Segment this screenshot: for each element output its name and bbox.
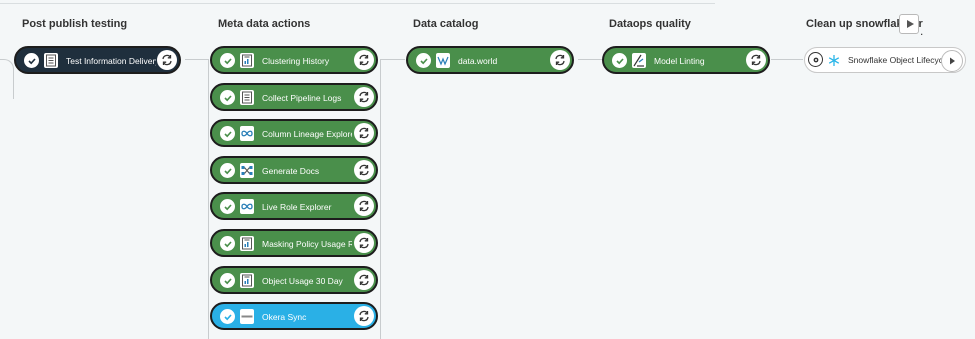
job-label: Collect Pipeline Logs (262, 93, 342, 103)
job-label: Generate Docs (262, 166, 320, 176)
success-check-icon (220, 126, 235, 141)
connector-quality-to-cleanup (771, 59, 803, 60)
job-snowflake-object-lifecycle[interactable]: Snowflake Object Lifecycle (804, 47, 966, 73)
job-column-lineage-explorer[interactable]: Column Lineage Explorer (210, 119, 378, 147)
job-live-role-explorer[interactable]: Live Role Explorer (210, 192, 378, 220)
retry-button[interactable] (354, 160, 374, 180)
refresh-icon (555, 54, 565, 66)
retry-button[interactable] (550, 50, 570, 70)
success-check-icon (220, 163, 235, 178)
job-label: Snowflake Object Lifecycle (848, 55, 943, 65)
snowflake-icon (827, 53, 841, 68)
retry-button[interactable] (354, 233, 374, 253)
stage-title-dataops-quality: Dataops quality (609, 18, 691, 30)
document-icon (240, 90, 254, 105)
job-collect-pipeline-logs[interactable]: Collect Pipeline Logs (210, 83, 378, 111)
retry-button[interactable] (746, 50, 766, 70)
connector-meta-to-catalog (380, 59, 405, 339)
success-check-icon (220, 90, 235, 105)
job-label: Object Usage 30 Day (262, 276, 343, 286)
refresh-icon (751, 54, 761, 66)
job-test-information-delivery[interactable]: Test Information Delivery (14, 46, 181, 74)
job-label: Clustering History (262, 56, 330, 66)
job-label: data.world (458, 56, 498, 66)
report-icon (240, 273, 254, 288)
success-check-icon (220, 309, 235, 324)
play-icon (950, 57, 955, 65)
document-icon (44, 53, 58, 68)
job-object-usage-30-day[interactable]: Object Usage 30 Day (210, 266, 378, 294)
retry-button[interactable] (354, 196, 374, 216)
top-divider (0, 3, 715, 4)
infinity-icon (240, 199, 254, 214)
success-check-icon (612, 53, 627, 68)
connector-catalog-to-quality (578, 59, 602, 60)
play-icon (907, 20, 914, 28)
refresh-icon (162, 54, 172, 66)
retry-button[interactable] (354, 50, 374, 70)
retry-button[interactable] (157, 50, 177, 70)
docs-diagram-icon (240, 163, 254, 178)
job-masking-policy-usage[interactable]: Masking Policy Usage Rep (210, 229, 378, 257)
report-icon (240, 53, 254, 68)
connector-post-to-meta (185, 59, 209, 339)
refresh-icon (359, 274, 369, 286)
success-check-icon (220, 53, 235, 68)
job-label: Column Lineage Explorer (262, 129, 352, 139)
stage-title-meta-data-actions: Meta data actions (218, 18, 311, 30)
refresh-icon (359, 164, 369, 176)
data-world-icon (436, 53, 450, 68)
job-generate-docs[interactable]: Generate Docs (210, 156, 378, 184)
job-model-linting[interactable]: Model Linting (602, 46, 770, 74)
job-clustering-history[interactable]: Clustering History (210, 46, 378, 74)
retry-button[interactable] (354, 306, 374, 326)
refresh-icon (359, 127, 369, 139)
refresh-icon (359, 200, 369, 212)
success-check-icon (220, 273, 235, 288)
title-overflow: . (920, 24, 924, 38)
job-label: Live Role Explorer (262, 202, 332, 212)
infinity-icon (240, 126, 254, 141)
refresh-icon (359, 310, 369, 322)
refresh-icon (359, 91, 369, 103)
job-label: Model Linting (654, 56, 705, 66)
stage-title-post-publish-testing: Post publish testing (22, 18, 128, 30)
refresh-icon (359, 237, 369, 249)
connector-in-left (0, 59, 14, 99)
job-label: Masking Policy Usage Rep (262, 239, 352, 249)
job-okera-sync[interactable]: Okera Sync (210, 302, 378, 330)
manual-gear-icon (808, 52, 823, 67)
okera-icon (240, 309, 254, 324)
refresh-icon (359, 54, 369, 66)
lint-icon (632, 53, 646, 68)
play-stage-button[interactable] (899, 14, 919, 34)
job-data-world[interactable]: data.world (406, 46, 574, 74)
success-check-icon (416, 53, 431, 68)
report-icon (240, 236, 254, 251)
success-check-icon (220, 199, 235, 214)
success-check-icon (220, 236, 235, 251)
retry-button[interactable] (354, 87, 374, 107)
play-job-button[interactable] (941, 50, 963, 72)
stage-title-data-catalog: Data catalog (413, 18, 479, 30)
job-label: Okera Sync (262, 312, 307, 322)
job-label: Test Information Delivery (66, 56, 156, 66)
retry-button[interactable] (354, 123, 374, 143)
retry-button[interactable] (354, 270, 374, 290)
success-check-icon (24, 53, 39, 68)
